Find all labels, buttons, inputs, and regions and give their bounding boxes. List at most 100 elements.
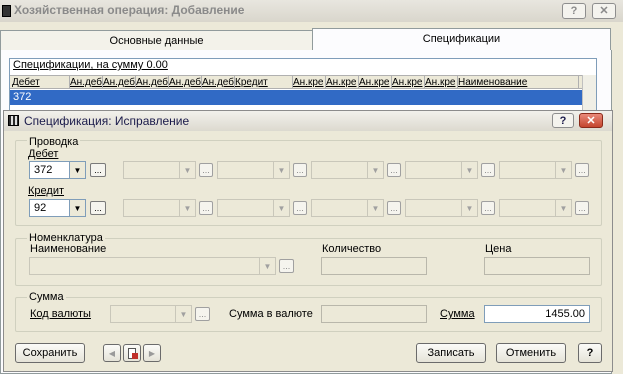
nav-prev-button[interactable]: ◀ — [103, 344, 121, 362]
chevron-down-icon: ▼ — [179, 162, 195, 178]
provodka-group-label: Проводка — [27, 136, 81, 148]
spec-edit-dialog: Спецификация: Исправление ? ✕ Проводка Д… — [3, 110, 613, 372]
debet-combo-value: 372 — [34, 164, 53, 176]
parent-close-button[interactable]: ✕ — [592, 3, 616, 19]
parent-titlebar: Хозяйственная операция: Добавление ? ✕ — [0, 0, 623, 22]
table-icon — [8, 115, 19, 126]
arrow-left-icon: ◀ — [108, 349, 116, 358]
kredit-analytic-2: ▼ — [217, 199, 290, 217]
chevron-down-icon: ▼ — [273, 200, 289, 216]
parent-help-button[interactable]: ? — [562, 3, 586, 19]
currency-code-combo: ▼ — [110, 305, 192, 323]
col-header-an-kre-4[interactable]: Ан.кре — [392, 76, 425, 89]
kredit-analytic-1-lookup: ... — [199, 201, 213, 215]
debet-analytic-5: ▼ — [499, 161, 572, 179]
currency-code-label: Код валюты — [30, 308, 91, 320]
record-button[interactable]: Записать — [416, 343, 486, 363]
debet-lookup-button[interactable]: ... — [90, 163, 106, 177]
red-marker-icon — [132, 353, 138, 359]
kredit-analytic-4-lookup: ... — [481, 201, 495, 215]
col-header-an-kre-5[interactable]: Ан.кре — [425, 76, 458, 89]
sum-field[interactable]: 1455.00 — [484, 305, 590, 323]
spec-table-area: Спецификации, на сумму 0.00 Дебет Ан.деб… — [9, 58, 597, 118]
currency-lookup-button: ... — [195, 307, 210, 321]
nav-next-button[interactable]: ▶ — [143, 344, 161, 362]
kredit-analytic-3: ▼ — [311, 199, 384, 217]
sum-field-value: 1455.00 — [545, 308, 585, 320]
arrow-right-icon: ▶ — [148, 349, 156, 358]
debet-analytic-4-lookup: ... — [481, 163, 495, 177]
sum-currency-label: Сумма в валюте — [229, 308, 313, 320]
col-header-an-kre-2[interactable]: Ан.кре — [326, 76, 359, 89]
chevron-down-icon: ▼ — [367, 200, 383, 216]
chevron-down-icon[interactable]: ▼ — [69, 200, 85, 216]
col-header-an-kre-1[interactable]: Ан.кре — [293, 76, 326, 89]
price-label: Цена — [485, 243, 512, 255]
chevron-down-icon: ▼ — [461, 200, 477, 216]
debet-analytic-1: ▼ — [123, 161, 196, 179]
debet-analytic-3-lookup: ... — [387, 163, 401, 177]
debet-label: Дебет — [28, 148, 59, 160]
chevron-down-icon: ▼ — [179, 200, 195, 216]
kredit-analytic-4: ▼ — [405, 199, 478, 217]
chevron-down-icon: ▼ — [555, 162, 571, 178]
debet-analytic-4: ▼ — [405, 161, 478, 179]
name-label: Наименование — [30, 243, 107, 255]
kredit-combo-value: 92 — [34, 202, 47, 214]
kredit-analytic-2-lookup: ... — [293, 201, 307, 215]
summa-group-label: Сумма — [27, 291, 66, 303]
dialog-help-button[interactable]: ? — [552, 113, 574, 128]
spec-sum-label: Спецификации, на сумму 0.00 — [13, 59, 168, 71]
col-header-an-deb-5[interactable]: Ан.деб — [202, 76, 235, 89]
name-combo: ▼ — [29, 257, 276, 275]
dialog-titlebar: Спецификация: Исправление ? ✕ — [4, 111, 612, 131]
chevron-down-icon: ▼ — [175, 306, 191, 322]
tab-bar: Основные данные Спецификации — [0, 28, 614, 51]
chevron-down-icon[interactable]: ▼ — [69, 162, 85, 178]
chevron-down-icon: ▼ — [555, 200, 571, 216]
debet-combo[interactable]: 372 ▼ — [29, 161, 86, 179]
sum-currency-field — [321, 305, 427, 323]
kredit-analytic-5: ▼ — [499, 199, 572, 217]
save-button[interactable]: Сохранить — [15, 343, 85, 363]
col-header-name[interactable]: Наименование — [458, 76, 579, 89]
col-header-an-deb-2[interactable]: Ан.деб — [103, 76, 136, 89]
col-header-debet[interactable]: Дебет — [12, 76, 70, 89]
help-button[interactable]: ? — [578, 343, 602, 363]
row-debet-value: 372 — [13, 91, 32, 103]
price-field — [484, 257, 590, 275]
debet-analytic-2-lookup: ... — [293, 163, 307, 177]
debet-analytic-5-lookup: ... — [575, 163, 589, 177]
col-header-an-deb-4[interactable]: Ан.деб — [169, 76, 202, 89]
sum-label: Сумма — [440, 308, 475, 320]
col-header-an-deb-3[interactable]: Ан.деб — [136, 76, 169, 89]
dialog-title: Спецификация: Исправление — [24, 114, 190, 128]
debet-analytic-2: ▼ — [217, 161, 290, 179]
cancel-button[interactable]: Отменить — [496, 343, 566, 363]
chevron-down-icon: ▼ — [273, 162, 289, 178]
kredit-combo[interactable]: 92 ▼ — [29, 199, 86, 217]
col-header-kredit[interactable]: Кредит — [235, 76, 293, 89]
chevron-down-icon: ▼ — [461, 162, 477, 178]
parent-title: Хозяйственная операция: Добавление — [14, 3, 245, 17]
col-header-an-deb-1[interactable]: Ан.деб — [70, 76, 103, 89]
chevron-down-icon: ▼ — [367, 162, 383, 178]
qty-label: Количество — [322, 243, 382, 255]
col-header-an-kre-3[interactable]: Ан.кре — [359, 76, 392, 89]
debet-analytic-1-lookup: ... — [199, 163, 213, 177]
table-row[interactable]: 372 — [10, 90, 582, 105]
name-lookup-button: ... — [279, 259, 294, 273]
document-button[interactable] — [123, 344, 141, 362]
kredit-analytic-3-lookup: ... — [387, 201, 401, 215]
dialog-close-button[interactable]: ✕ — [579, 113, 603, 128]
tab-main-data[interactable]: Основные данные — [0, 30, 313, 51]
kredit-lookup-button[interactable]: ... — [90, 201, 106, 215]
kredit-analytic-5-lookup: ... — [575, 201, 589, 215]
tab-specifications[interactable]: Спецификации — [312, 28, 611, 51]
kredit-analytic-1: ▼ — [123, 199, 196, 217]
chevron-down-icon: ▼ — [259, 258, 275, 274]
app-icon — [2, 5, 11, 17]
kredit-label: Кредит — [28, 185, 65, 197]
table-header: Дебет Ан.деб Ан.деб Ан.деб Ан.деб Ан.деб… — [10, 75, 582, 89]
debet-analytic-3: ▼ — [311, 161, 384, 179]
